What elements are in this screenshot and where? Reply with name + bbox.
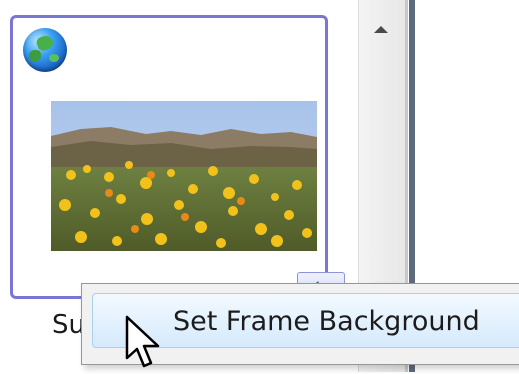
scroll-up-icon[interactable] (374, 26, 388, 33)
mouse-cursor-icon (125, 315, 160, 368)
globe-icon (23, 28, 67, 72)
thumbnail-image (51, 101, 317, 251)
menu-item-label: Set Frame Background (173, 306, 480, 337)
selected-thumbnail-card[interactable] (10, 15, 345, 310)
